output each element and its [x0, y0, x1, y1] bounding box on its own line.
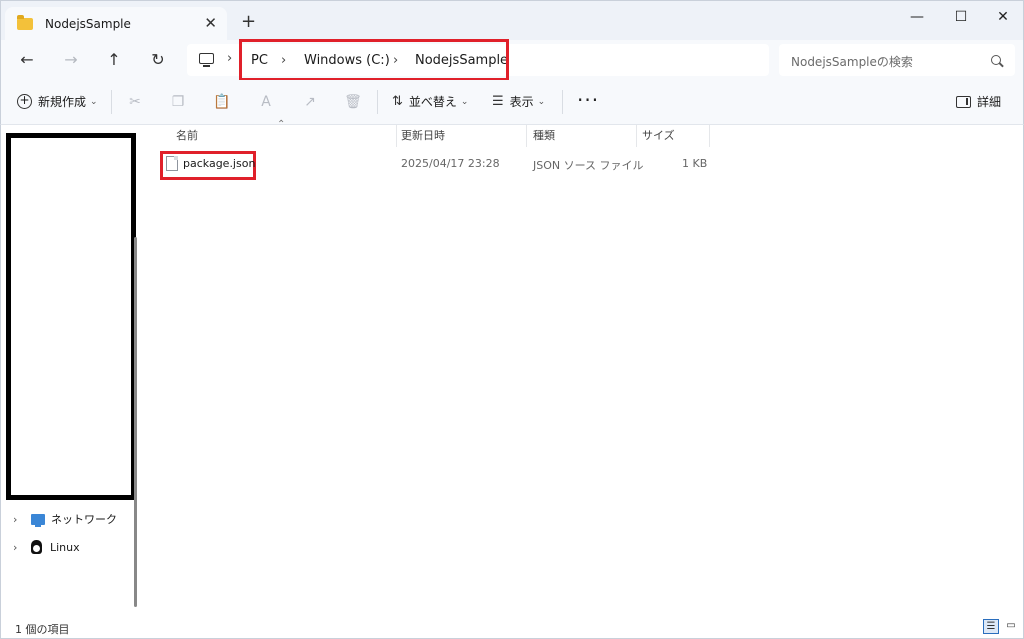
chevron-down-icon: ⌄ — [90, 96, 98, 107]
tab-title: NodejsSample — [45, 17, 131, 31]
paste-icon[interactable]: 📋 — [213, 93, 231, 111]
tab-close-icon[interactable]: ✕ — [204, 15, 217, 31]
chevron-down-icon: ⌄ — [460, 96, 469, 107]
file-size: 1 KB — [682, 157, 708, 170]
sort-button[interactable]: ⇅ 並べ替え ⌄ — [392, 93, 468, 110]
chevron-right-icon[interactable]: › — [13, 513, 31, 526]
view-lines-icon: ☰ — [492, 94, 504, 109]
back-button[interactable]: ← — [15, 48, 39, 72]
minimize-button[interactable]: — — [905, 7, 929, 27]
more-options-button[interactable]: ··· — [577, 88, 599, 112]
sidebar-item-linux[interactable]: › Linux — [13, 540, 80, 554]
rename-icon[interactable]: A — [257, 93, 275, 111]
sidebar-item-label: ネットワーク — [51, 513, 117, 526]
view-button[interactable]: ☰ 表示 ⌄ — [492, 93, 545, 110]
column-header-type[interactable]: 種類 — [533, 125, 555, 147]
file-name[interactable]: package.json — [183, 157, 255, 170]
details-pane-button[interactable]: 詳細 — [955, 93, 1001, 110]
sidebar-scrollbar[interactable] — [134, 237, 137, 607]
up-button[interactable]: ↑ — [102, 48, 126, 72]
sort-label: 並べ替え — [408, 95, 457, 109]
new-button[interactable]: + 新規作成 ⌄ — [17, 93, 98, 110]
breadcrumb-highlight — [239, 39, 509, 81]
search-input[interactable]: NodejsSampleの検索 — [791, 53, 913, 70]
details-label: 詳細 — [976, 95, 1001, 109]
forward-button[interactable]: → — [59, 48, 83, 72]
file-type: JSON ソース ファイル — [533, 159, 644, 172]
chevron-right-icon[interactable]: › — [227, 51, 232, 66]
close-button[interactable]: ✕ — [991, 7, 1015, 27]
new-label: 新規作成 — [38, 95, 87, 109]
column-header-size[interactable]: サイズ — [642, 125, 675, 147]
refresh-button[interactable]: ↻ — [146, 48, 170, 72]
cut-icon[interactable]: ✂ — [126, 93, 144, 111]
maximize-button[interactable]: ☐ — [949, 7, 973, 27]
toolbar-divider — [562, 90, 563, 114]
chevron-right-icon[interactable]: › — [13, 541, 31, 554]
sort-ascending-icon: ⌃ — [277, 119, 286, 130]
copy-icon[interactable]: ❐ — [169, 93, 187, 111]
address-bar[interactable]: › PC › Windows (C:) › NodejsSample — [187, 39, 769, 81]
column-divider[interactable] — [709, 125, 710, 147]
json-file-icon — [166, 156, 178, 171]
network-icon — [31, 513, 45, 527]
linux-icon — [31, 540, 42, 554]
share-icon[interactable]: ↗ — [301, 93, 319, 111]
command-bar: + 新規作成 ⌄ ✂ ❐ 📋 A ↗ 🗑 ⇅ 並べ替え ⌄ ☰ 表示 ⌄ ···… — [0, 80, 1024, 125]
file-list: ⌃ 名前 更新日時 種類 サイズ package.json 2025/04/17… — [145, 119, 1023, 615]
item-count: 1 個の項目 — [15, 623, 70, 636]
add-circle-icon: + — [17, 94, 32, 109]
search-box[interactable]: NodejsSampleの検索 — [779, 44, 1015, 76]
sidebar-item-network[interactable]: › ネットワーク — [13, 511, 117, 527]
toolbar-divider — [377, 90, 378, 114]
computer-icon[interactable] — [199, 53, 214, 67]
folder-icon — [17, 15, 33, 30]
column-header-name[interactable]: 名前 — [176, 125, 198, 147]
details-pane-icon — [955, 95, 971, 108]
sort-icon: ⇅ — [392, 94, 403, 109]
new-tab-button[interactable]: + — [241, 12, 256, 32]
column-divider[interactable] — [636, 125, 637, 147]
status-bar: 1 個の項目 ☰ ▭ — [0, 615, 1024, 639]
tiles-view-icon[interactable]: ▭ — [1003, 619, 1019, 634]
file-modified: 2025/04/17 23:28 — [401, 157, 500, 170]
column-divider[interactable] — [526, 125, 527, 147]
sidebar-item-label: Linux — [50, 540, 80, 554]
column-header-modified[interactable]: 更新日時 — [401, 125, 445, 147]
delete-icon[interactable]: 🗑 — [344, 93, 362, 111]
toolbar-divider — [111, 90, 112, 114]
main-area: › ネットワーク › Linux ⌃ 名前 更新日時 種類 サイズ packag… — [0, 119, 1024, 615]
details-view-icon[interactable]: ☰ — [983, 619, 999, 634]
table-row[interactable]: package.json 2025/04/17 23:28 JSON ソース フ… — [145, 151, 715, 180]
search-icon[interactable] — [991, 55, 1001, 65]
title-bar: NodejsSample ✕ + — ☐ ✕ — [0, 0, 1024, 41]
view-label: 表示 — [509, 95, 534, 109]
navigation-pane: › ネットワーク › Linux — [1, 125, 142, 615]
redacted-region — [6, 133, 136, 500]
chevron-down-icon: ⌄ — [537, 96, 546, 107]
navigation-bar: ← → ↑ ↻ › PC › Windows (C:) › NodejsSamp… — [0, 39, 1024, 81]
column-divider[interactable] — [396, 125, 397, 147]
tab-nodejssample[interactable]: NodejsSample ✕ — [5, 7, 227, 41]
